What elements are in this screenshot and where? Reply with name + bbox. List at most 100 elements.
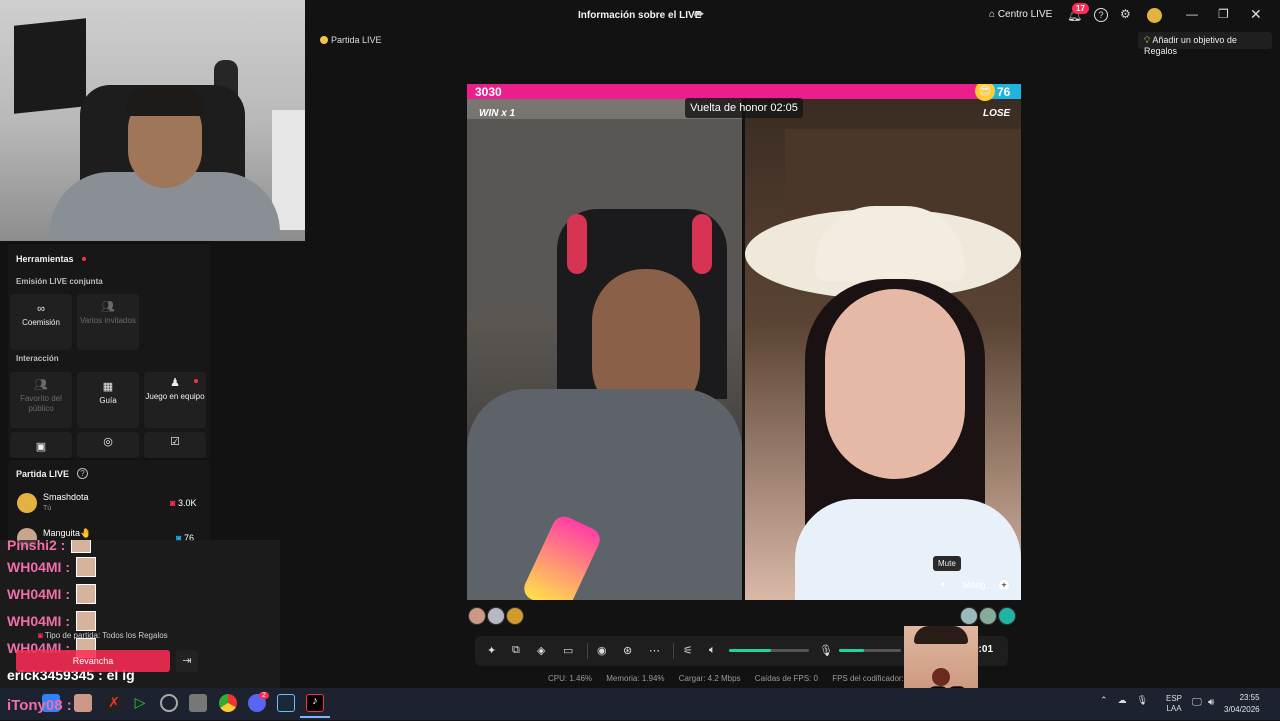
clock-date: 3/04/2026 <box>1224 705 1260 714</box>
help-icon[interactable]: ? <box>77 468 88 479</box>
clock-time: 23:55 <box>1239 693 1260 702</box>
play-icon[interactable]: ▷ <box>131 694 149 712</box>
score-left: 3030 <box>475 85 502 99</box>
layout-icon[interactable]: ⧉ <box>512 644 520 657</box>
discord-badge: 2 <box>259 692 269 699</box>
cloud-icon[interactable]: ☁ <box>1118 695 1127 705</box>
centro-live-button[interactable]: ⌂ Centro LIVE <box>989 9 1052 20</box>
emote <box>71 540 92 553</box>
chevron-up-icon[interactable]: ⌃ <box>1100 695 1108 705</box>
tools-red-dot <box>82 257 86 261</box>
system-tray: ⌃ ☁ 🎙︎ <box>1100 695 1148 706</box>
varios-invitados-tile[interactable]: 👥︎ Varios invitados <box>77 294 139 350</box>
add-gift-goal-button[interactable]: 💡︎ Añadir un objetivo de Regalos <box>1138 32 1272 56</box>
speaker-icon[interactable]: 🔊︎ <box>1208 697 1214 708</box>
more-icon[interactable]: ⋯ <box>649 644 660 657</box>
interaction-section-title: Interacción <box>16 354 59 363</box>
screen-icon[interactable]: ▭ <box>563 644 573 657</box>
exit-icon[interactable]: ⇥ <box>176 650 198 672</box>
language-indicator[interactable]: ESP LAA <box>1166 694 1182 714</box>
mute-tooltip: Mute <box>933 556 961 571</box>
speaker-icon[interactable]: 🔈︎ <box>941 579 947 590</box>
avatar[interactable] <box>1147 8 1162 23</box>
gifter-avatar[interactable] <box>468 607 486 625</box>
app-icon[interactable] <box>74 694 92 712</box>
partida-pill-label: Partida LIVE <box>331 35 382 45</box>
favorito-tile[interactable]: 👥︎ Favorito del público <box>10 372 72 428</box>
partida-live-panel: Partida LIVE ? Smashdota Tú ◙ 3.0K Mangu… <box>8 460 210 548</box>
app-icon[interactable]: ✗ <box>105 694 123 712</box>
cpu-stat: CPU: 1.46% <box>548 674 593 683</box>
encoder-fps-stat: FPS del codificador: 60 <box>832 674 915 683</box>
cam-person-hair <box>126 86 204 116</box>
network-icon[interactable]: 🖵︎ <box>1192 697 1202 708</box>
chrome-icon[interactable] <box>219 694 237 712</box>
chat-message: Pinshi2 : <box>0 540 280 553</box>
host-chair-accent <box>567 214 587 274</box>
follow-plus-icon[interactable]: + <box>999 580 1009 590</box>
chat-message: WH04MI : <box>0 580 280 607</box>
revancha-button[interactable]: Revancha <box>16 650 170 672</box>
cam-tv <box>14 18 86 114</box>
tiktok-icon[interactable]: ♪ <box>306 694 324 712</box>
chat-message: WH04MI : <box>0 553 280 580</box>
divider <box>742 99 745 600</box>
help-icon[interactable]: ? <box>1094 8 1108 22</box>
centro-live-label: Centro LIVE <box>997 9 1053 20</box>
separator <box>587 643 588 659</box>
gifter-avatar[interactable] <box>960 607 978 625</box>
record-icon[interactable]: ◉ <box>597 644 607 657</box>
microphone-icon[interactable]: 🎙︎ <box>819 644 833 657</box>
effects-icon[interactable]: ✦ <box>487 644 496 657</box>
app-icon[interactable] <box>189 694 207 712</box>
player-name: Smashdota <box>43 492 89 502</box>
gifter-avatar[interactable] <box>979 607 997 625</box>
tile-more-2[interactable]: ◎ <box>77 432 139 458</box>
live-info-title[interactable]: Información sobre el LIVE <box>578 10 701 21</box>
mic-fill <box>839 649 864 652</box>
obs-icon[interactable] <box>160 694 178 712</box>
partida-title: Partida LIVE <box>16 469 70 479</box>
gifter-avatar[interactable] <box>506 607 524 625</box>
target-icon: ◎ <box>103 436 113 448</box>
favorito-label: Favorito del público <box>20 394 62 413</box>
score-bar-left <box>467 84 987 99</box>
gear-icon[interactable]: ⚙ <box>1120 7 1131 21</box>
minimize-icon[interactable]: — <box>1186 7 1198 21</box>
juego-equipo-label: Juego en equipo <box>145 392 205 401</box>
score-right: 76 <box>997 85 1011 99</box>
win-label: WIN x 1 <box>479 108 516 119</box>
close-icon[interactable]: ✕ <box>1250 6 1262 23</box>
check-icon: ☑ <box>170 436 180 448</box>
coemision-tile[interactable]: ∞ Coemisión <box>10 294 72 350</box>
honor-timer: Vuelta de honor 02:05 <box>685 98 803 118</box>
camera-switch-icon[interactable]: ⊛ <box>623 644 632 657</box>
gifter-avatar[interactable] <box>487 607 505 625</box>
opponent-video <box>745 99 1021 600</box>
volume-icon[interactable]: 🔈︎ <box>709 644 716 657</box>
settings-sliders-icon[interactable]: ⚟ <box>683 644 693 657</box>
bulb-icon: 💡︎ <box>1144 35 1151 45</box>
home-icon: ⌂ <box>989 9 996 20</box>
tile-more-3[interactable]: ☑ <box>144 432 206 458</box>
clock[interactable]: 23:55 3/04/2026 <box>1224 692 1260 716</box>
ai-icon[interactable]: ◈ <box>537 644 545 657</box>
box-icon: ▣ <box>35 441 47 453</box>
mic-slider[interactable] <box>839 649 901 652</box>
coin-icon <box>320 36 328 44</box>
volume-slider[interactable] <box>729 649 809 652</box>
coemision-label: Coemisión <box>22 318 60 327</box>
chat-user: WH04MI : <box>7 612 70 629</box>
player-sub: Tú <box>43 505 52 512</box>
partida-live-pill[interactable]: Partida LIVE <box>316 33 388 49</box>
steam-icon[interactable] <box>277 694 295 712</box>
guia-tile[interactable]: ▦ Guía <box>77 372 139 428</box>
player-score-value: 3.0K <box>177 498 197 508</box>
restore-icon[interactable]: ❐ <box>1218 7 1229 21</box>
microphone-icon[interactable]: 🎙︎ <box>1137 695 1148 705</box>
share-icon[interactable]: ⮫ <box>694 9 704 22</box>
gifter-avatar[interactable] <box>998 607 1016 625</box>
map-icon: ▦ <box>102 381 114 393</box>
opponent-name: Manguita🤚 <box>43 528 92 538</box>
tile-more-1[interactable]: ▣ <box>10 432 72 458</box>
